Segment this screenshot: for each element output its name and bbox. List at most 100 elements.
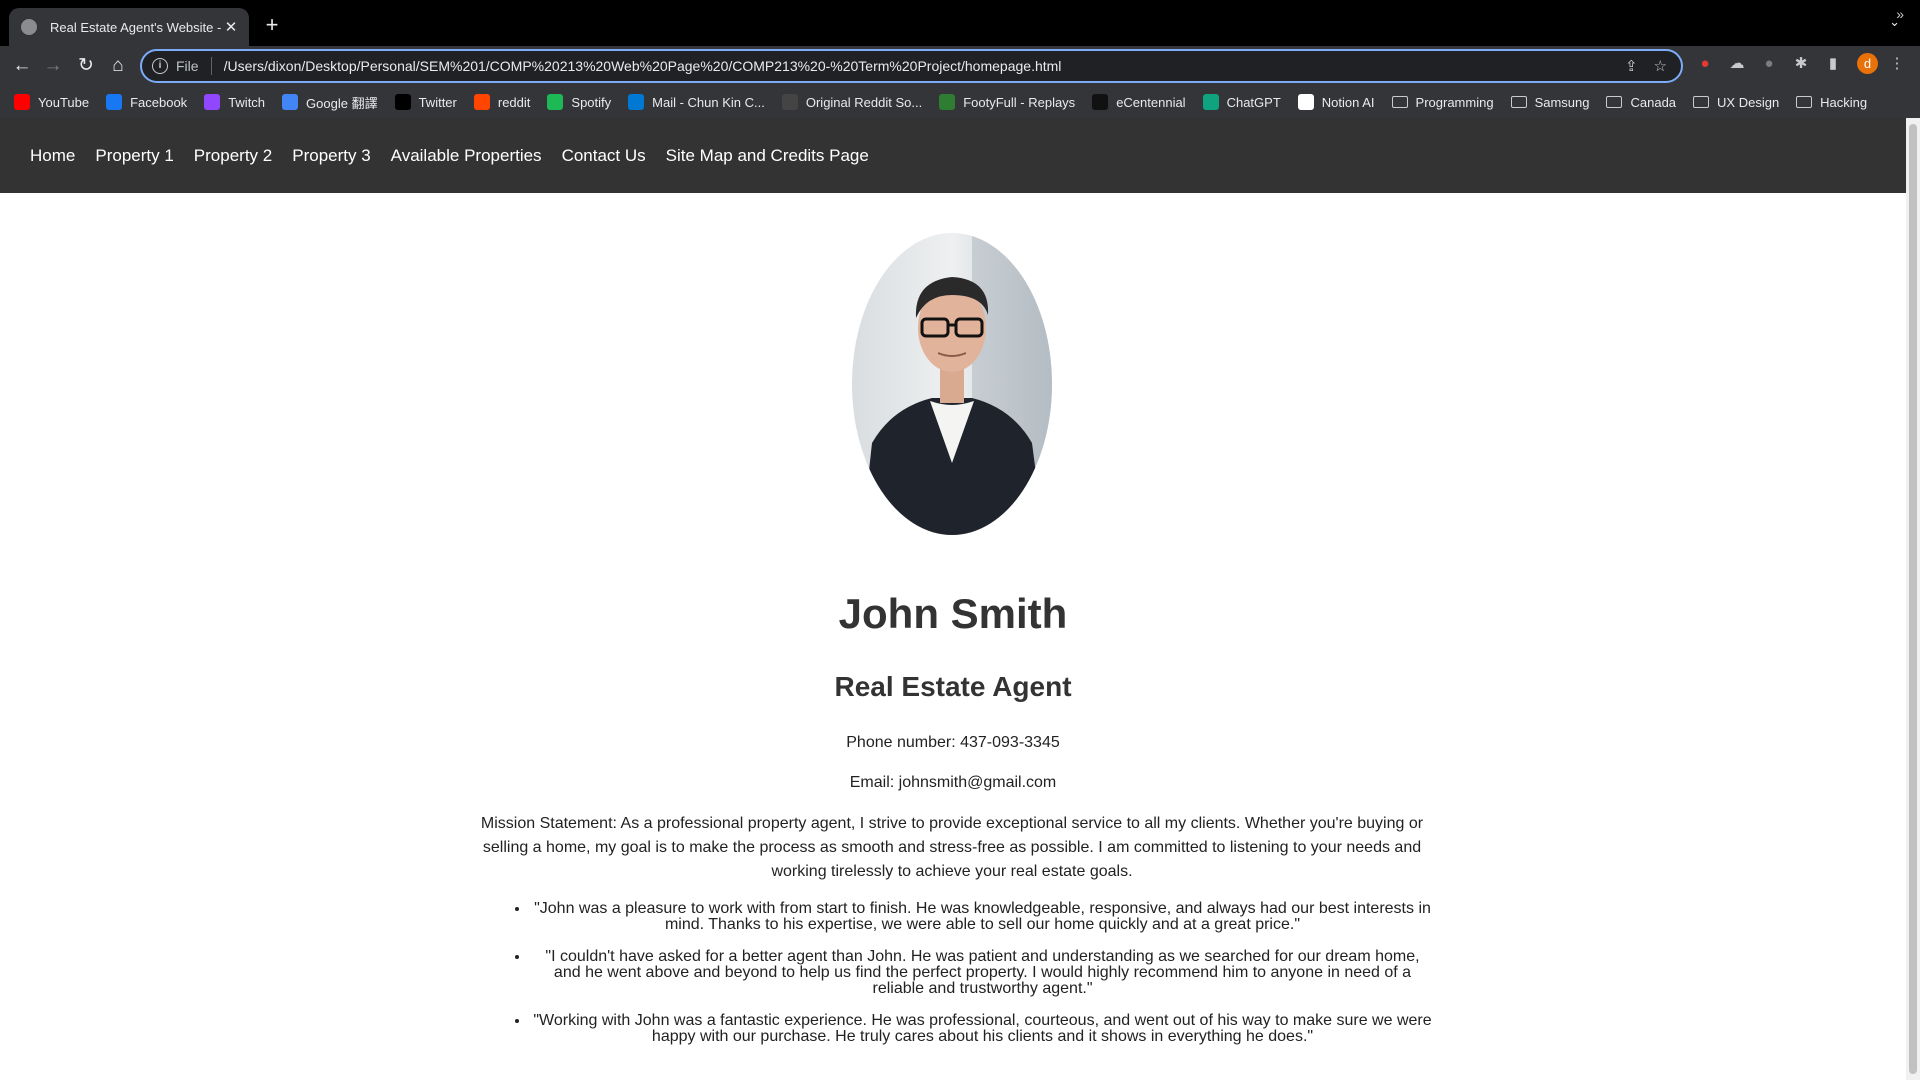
folder-icon	[1796, 96, 1813, 108]
nav-property-3[interactable]: Property 3	[292, 146, 370, 166]
bookmark-label: Twitch	[228, 94, 266, 110]
menu-kebab-icon[interactable]: ⋮	[1886, 53, 1908, 75]
profile-avatar[interactable]: d	[1857, 53, 1878, 74]
tab-strip: Real Estate Agent's Website - ✕ + ⌄	[0, 0, 1920, 46]
phone-number: Phone number: 437-093-3345	[846, 734, 1060, 751]
bookmark-label: FootyFull - Replays	[963, 94, 1076, 110]
testimonial-item: "John was a pleasure to work with from s…	[530, 901, 1435, 933]
bookmark-item[interactable]: eCentennial	[1092, 94, 1186, 110]
extension-gray-icon[interactable]: ●	[1758, 53, 1780, 75]
bookmark-label: Mail - Chun Kin C...	[652, 94, 765, 110]
bookmark-item[interactable]: Facebook	[106, 94, 187, 110]
bookmark-item[interactable]: Twitch	[204, 94, 265, 110]
bookmark-item[interactable]: Samsung	[1510, 95, 1589, 110]
bookmark-label: Spotify	[571, 94, 612, 110]
testimonial-item: "Working with John was a fantastic exper…	[530, 1013, 1435, 1045]
spotify-icon	[547, 94, 564, 110]
nav-contact-us[interactable]: Contact Us	[562, 146, 646, 166]
agent-role: Real Estate Agent	[834, 671, 1072, 702]
new-tab-button[interactable]: +	[260, 12, 284, 38]
bookmark-label: UX Design	[1717, 94, 1780, 110]
bookmark-label: Programming	[1415, 94, 1494, 110]
share-icon[interactable]: ⇪	[1625, 57, 1638, 75]
folder-icon	[1391, 96, 1408, 108]
email-address: Email: johnsmith@gmail.com	[849, 774, 1057, 791]
folder-icon	[1693, 96, 1710, 108]
site-info-icon[interactable]: i	[152, 58, 168, 74]
reload-button[interactable]: ↻	[71, 51, 101, 81]
google-translate-icon	[282, 94, 299, 110]
reddit-icon	[473, 94, 490, 110]
bookmark-item[interactable]: Programming	[1391, 94, 1494, 110]
close-tab-icon[interactable]: ✕	[223, 18, 239, 36]
scrollbar-thumb[interactable]	[1909, 124, 1917, 1074]
notion-icon	[1297, 94, 1314, 110]
url-scheme-label: File	[176, 58, 199, 74]
chatgpt-icon	[1202, 94, 1219, 110]
bookmark-label: eCentennial	[1116, 94, 1186, 110]
tab-title: Real Estate Agent's Website -	[50, 19, 222, 35]
extensions-puzzle-icon[interactable]: ✱	[1790, 53, 1812, 75]
globe-icon	[21, 19, 37, 35]
bookmark-item[interactable]: YouTube	[14, 94, 89, 110]
bookmark-item[interactable]: Canada	[1606, 95, 1676, 110]
centennial-icon	[1092, 94, 1109, 110]
portrait-illustration	[852, 233, 1052, 535]
youtube-icon	[14, 94, 30, 110]
bookmark-item[interactable]: ChatGPT	[1202, 94, 1281, 110]
bookmark-item[interactable]: reddit	[473, 94, 531, 110]
nav-property-1[interactable]: Property 1	[95, 146, 173, 166]
side-panel-icon[interactable]: ▮	[1822, 53, 1844, 75]
nav-home[interactable]: Home	[30, 146, 75, 166]
home-button[interactable]: ⌂	[103, 51, 133, 81]
facebook-icon	[106, 94, 123, 110]
play-icon	[939, 94, 956, 110]
bookmark-label: reddit	[497, 94, 531, 110]
soccer-icon	[781, 94, 798, 110]
mission-statement: Mission Statement: As a professional pro…	[480, 815, 1424, 880]
site-navigation: Home Property 1 Property 2 Property 3 Av…	[0, 118, 1906, 193]
bookmark-label: Canada	[1630, 94, 1677, 110]
extension-red-icon[interactable]: ●	[1694, 53, 1716, 75]
bookmark-item[interactable]: UX Design	[1693, 95, 1779, 110]
nav-property-2[interactable]: Property 2	[194, 146, 272, 166]
bookmark-item[interactable]: Google 翻譯	[282, 93, 378, 112]
testimonials-list: "John was a pleasure to work with from s…	[510, 901, 1435, 1061]
bookmark-label: YouTube	[38, 94, 90, 110]
back-button[interactable]: ←	[7, 51, 37, 81]
more-bookmarks-icon[interactable]: »	[1896, 6, 1904, 22]
bookmark-label: Twitter	[418, 94, 457, 110]
forward-button[interactable]: →	[38, 51, 68, 81]
bookmark-item[interactable]: Original Reddit So...	[781, 94, 923, 110]
bookmark-label: Hacking	[1820, 94, 1868, 110]
testimonial-item: "I couldn't have asked for a better agen…	[530, 949, 1435, 997]
bookmark-item[interactable]: Hacking	[1796, 95, 1867, 110]
twitch-icon	[204, 94, 221, 110]
bookmark-item[interactable]: Mail - Chun Kin C...	[628, 94, 765, 110]
bookmark-item[interactable]: Spotify	[547, 94, 611, 110]
outlook-icon	[628, 94, 645, 110]
url-text[interactable]: /Users/dixon/Desktop/Personal/SEM%201/CO…	[224, 58, 1609, 74]
agent-portrait	[852, 233, 1052, 535]
bookmark-star-icon[interactable]: ☆	[1654, 57, 1667, 75]
nav-available-properties[interactable]: Available Properties	[391, 146, 542, 166]
page-viewport: Home Property 1 Property 2 Property 3 Av…	[0, 118, 1906, 1080]
bookmark-label: Facebook	[130, 94, 188, 110]
vertical-scrollbar[interactable]	[1906, 118, 1920, 1080]
bookmark-item[interactable]: FootyFull - Replays	[939, 94, 1075, 110]
bookmark-label: Original Reddit So...	[805, 94, 923, 110]
bookmark-label: Notion AI	[1321, 94, 1375, 110]
bookmark-item[interactable]: Notion AI	[1297, 94, 1375, 110]
browser-tab[interactable]: Real Estate Agent's Website - ✕	[9, 8, 249, 46]
bookmark-label: ChatGPT	[1226, 94, 1281, 110]
bookmarks-bar: YouTube Facebook Twitch Google 翻譯 Twitter red…	[0, 86, 1920, 118]
x-icon	[394, 94, 411, 110]
bookmark-item[interactable]: Twitter	[394, 94, 457, 110]
bookmark-label: Google 翻譯	[306, 95, 378, 111]
folder-icon	[1510, 96, 1527, 108]
agent-name: John Smith	[838, 590, 1068, 637]
cloud-extension-icon[interactable]: ☁	[1726, 53, 1748, 75]
nav-site-map-credits[interactable]: Site Map and Credits Page	[666, 146, 869, 166]
address-bar[interactable]: i File /Users/dixon/Desktop/Personal/SEM…	[140, 49, 1683, 83]
folder-icon	[1606, 96, 1623, 108]
